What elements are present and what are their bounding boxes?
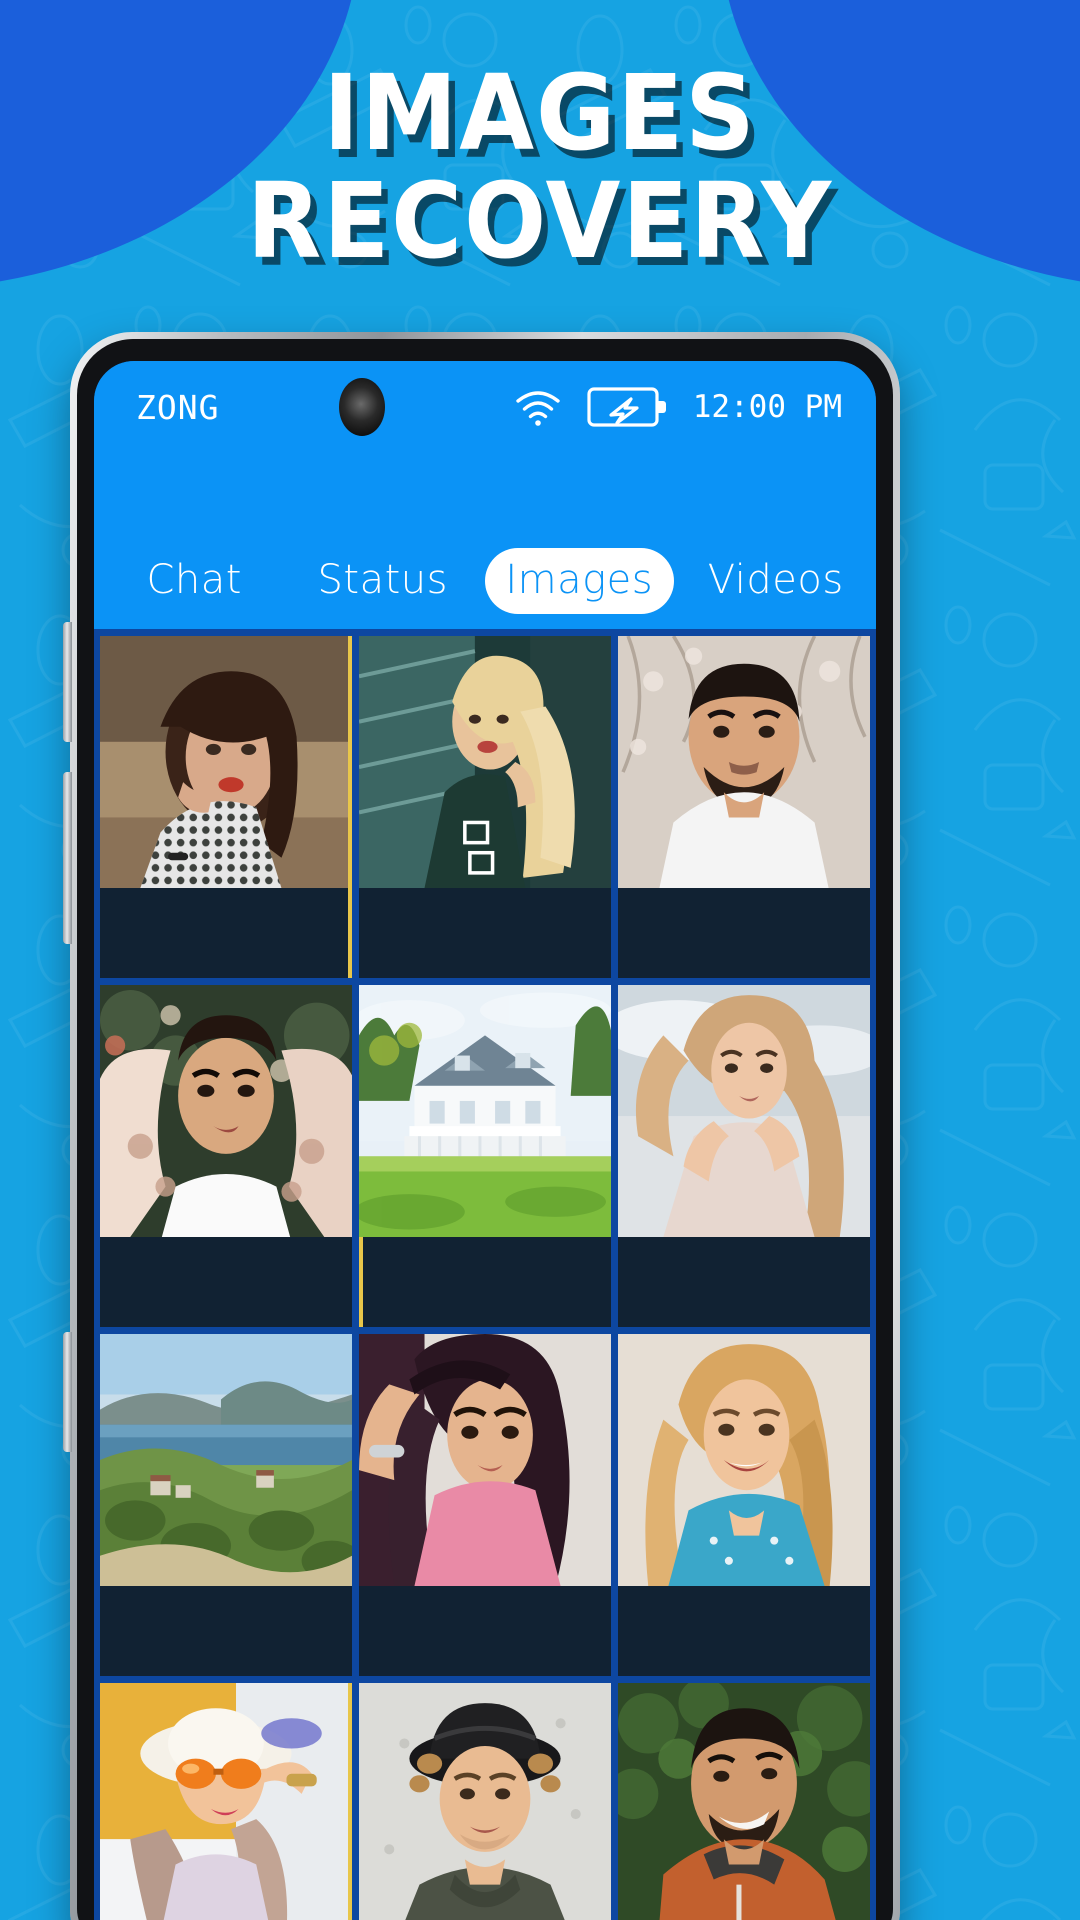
status-clock: 12:00 PM bbox=[692, 389, 842, 425]
phone-side-button-power[interactable] bbox=[63, 1332, 72, 1452]
status-bar: ZONG 12:00 PM bbox=[94, 361, 876, 453]
grid-item-image[interactable] bbox=[359, 1334, 611, 1676]
grid-item-image[interactable] bbox=[100, 1683, 352, 1920]
grid-item-image[interactable] bbox=[359, 636, 611, 978]
thumbnail-bearded-man bbox=[618, 636, 870, 888]
thumbnail-woman-dark-hair bbox=[100, 636, 352, 888]
grid-item-image[interactable] bbox=[100, 636, 352, 978]
thumbnail-man-black-hat bbox=[359, 1683, 611, 1920]
thumbnail-woman-sunglasses-hat bbox=[100, 1683, 352, 1920]
grid-item-image[interactable] bbox=[100, 1334, 352, 1676]
phone-side-button-volume[interactable] bbox=[63, 772, 72, 944]
grid-item-image[interactable] bbox=[618, 985, 870, 1327]
grid-item-image[interactable] bbox=[618, 1334, 870, 1676]
banner-title-line-2: RECOVERY bbox=[246, 160, 834, 282]
image-grid bbox=[94, 629, 876, 1920]
thumbnail-smiling-man-orange-jacket bbox=[618, 1683, 870, 1920]
banner-title: IMAGES RECOVERY bbox=[0, 52, 1080, 282]
wifi-icon bbox=[515, 391, 560, 426]
grid-item-image[interactable] bbox=[618, 636, 870, 978]
grid-item-image[interactable] bbox=[100, 985, 352, 1327]
tab-status[interactable]: Status bbox=[289, 548, 478, 614]
grid-item-image[interactable] bbox=[359, 985, 611, 1327]
thumbnail-woman-selfie bbox=[359, 1334, 611, 1586]
phone-mockup: ZONG 12:00 PM Chat Status Images Videos bbox=[63, 332, 900, 1920]
thumbnail-white-house-lawn bbox=[359, 985, 611, 1237]
battery-charging-icon bbox=[587, 387, 666, 427]
phone-bezel: ZONG 12:00 PM Chat Status Images Videos bbox=[77, 339, 893, 1920]
thumbnail-blonde-woman-stairs bbox=[359, 636, 611, 888]
phone-screen: ZONG 12:00 PM Chat Status Images Videos bbox=[94, 361, 876, 1920]
thumbnail-woman-windblown-hair bbox=[618, 985, 870, 1237]
tab-bar: Chat Status Images Videos bbox=[94, 539, 876, 629]
thumbnail-woman-floral-scarf bbox=[100, 985, 352, 1237]
tab-videos[interactable]: Videos bbox=[682, 548, 871, 614]
status-bar-icons: 12:00 PM bbox=[515, 385, 842, 429]
app-bar bbox=[94, 453, 876, 539]
banner-title-line-1: IMAGES bbox=[323, 52, 757, 174]
tab-images[interactable]: Images bbox=[485, 548, 674, 614]
thumbnail-smiling-blonde-woman bbox=[618, 1334, 870, 1586]
grid-item-image[interactable] bbox=[359, 1683, 611, 1920]
phone-frame: ZONG 12:00 PM Chat Status Images Videos bbox=[63, 332, 900, 1920]
carrier-label: ZONG bbox=[136, 387, 220, 427]
phone-side-button-top[interactable] bbox=[63, 622, 72, 742]
front-camera-punch-hole-icon bbox=[339, 378, 386, 436]
grid-item-image[interactable] bbox=[618, 1683, 870, 1920]
thumbnail-coastal-landscape bbox=[100, 1334, 352, 1586]
tab-chat[interactable]: Chat bbox=[100, 548, 289, 614]
